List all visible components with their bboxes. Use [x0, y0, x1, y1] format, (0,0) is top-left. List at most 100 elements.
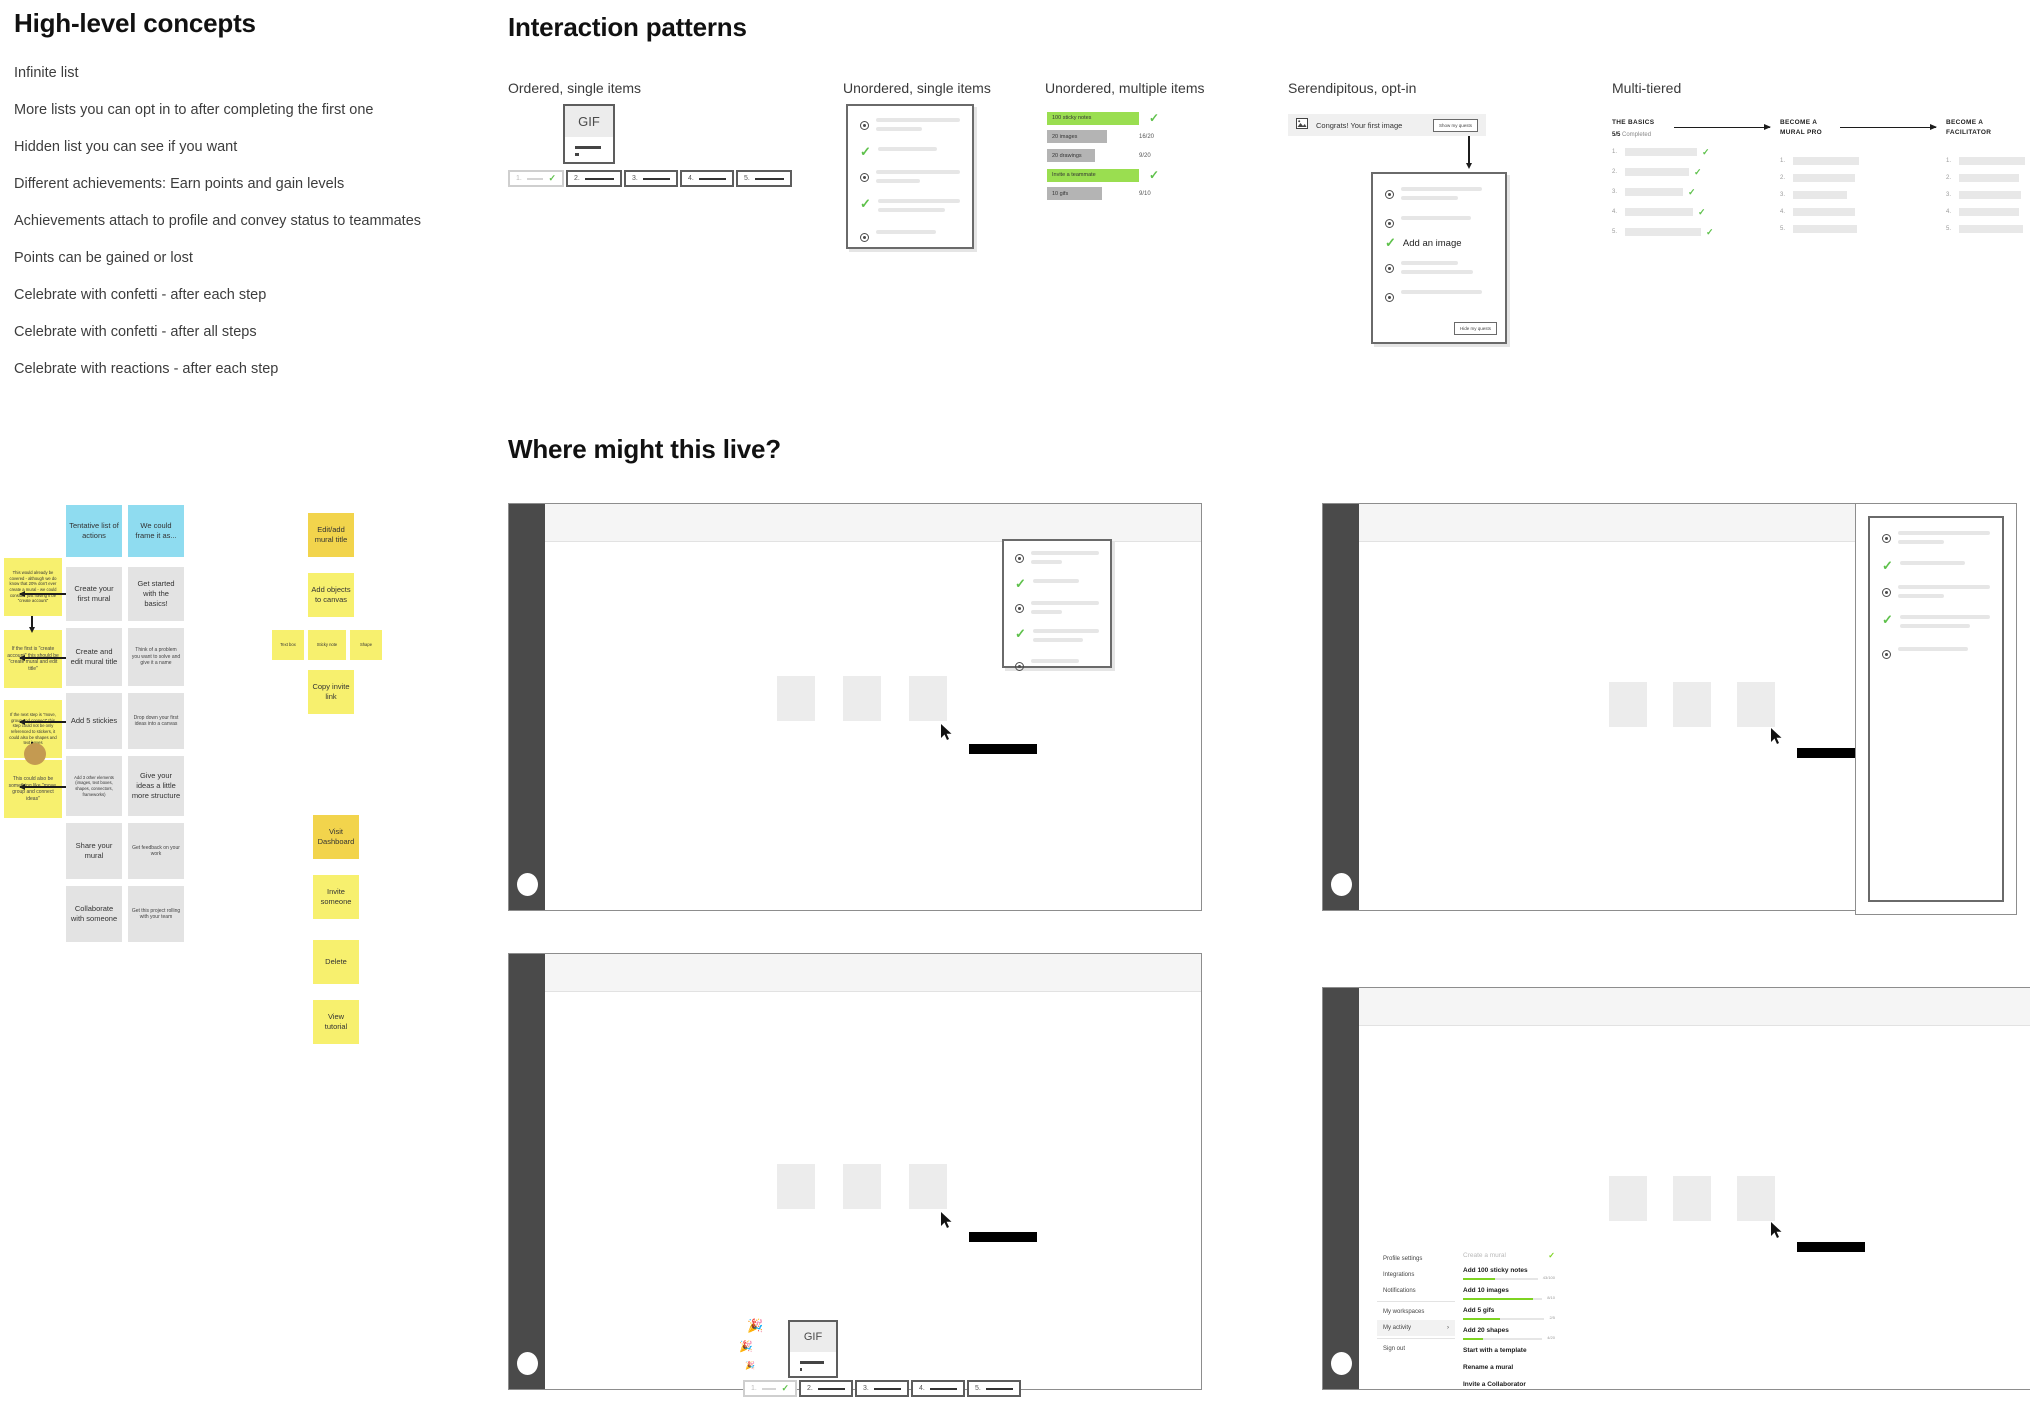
hide-quests-button[interactable]: Hide my quests: [1453, 322, 1497, 335]
sticky-object-type[interactable]: Shape: [350, 630, 382, 660]
step-chip[interactable]: 2.: [799, 1380, 853, 1397]
step-chip[interactable]: 4.: [911, 1380, 965, 1397]
checklist-row[interactable]: [860, 118, 960, 136]
tier-row[interactable]: 5.: [1780, 224, 1930, 233]
quest-item[interactable]: Add 20 shapes 4/20: [1463, 1327, 1555, 1340]
menu-item-sign-out[interactable]: Sign out: [1377, 1341, 1455, 1357]
step-chip[interactable]: 1. ✓: [743, 1380, 797, 1397]
checklist-row[interactable]: [1385, 216, 1493, 228]
sticky-framing[interactable]: Give your ideas a little more structure: [128, 756, 184, 816]
sticky-framing[interactable]: Get this project rolling with your team: [128, 886, 184, 942]
checklist-row[interactable]: [1015, 659, 1099, 671]
tier-row[interactable]: 5.: [1946, 224, 2030, 233]
sticky-feature[interactable]: View tutorial: [313, 1000, 359, 1044]
canvas-object[interactable]: [1609, 682, 1647, 727]
tier-row[interactable]: 1.: [1780, 156, 1930, 165]
avatar[interactable]: [1331, 1352, 1352, 1375]
avatar[interactable]: [517, 1352, 538, 1375]
quest-item[interactable]: Add 10 images 8/10: [1463, 1287, 1555, 1300]
menu-item-my-activity[interactable]: My activity ›: [1377, 1320, 1455, 1336]
sticky-action[interactable]: Add 3 other elements (images, text boxes…: [66, 756, 122, 816]
tier-row[interactable]: 3.: [1946, 190, 2030, 199]
checklist-row[interactable]: ✓: [860, 145, 960, 158]
sticky-feature[interactable]: Delete: [313, 940, 359, 984]
menu-item-integrations[interactable]: Integrations: [1377, 1267, 1455, 1283]
checklist-row[interactable]: [860, 170, 960, 188]
sticky-feature[interactable]: Visit Dashboard: [313, 815, 359, 859]
tier-row[interactable]: 2. ✓: [1612, 167, 1762, 178]
tier-row[interactable]: 4.: [1780, 207, 1930, 216]
avatar[interactable]: [1331, 873, 1352, 896]
canvas-object-selected[interactable]: [1797, 1242, 1865, 1252]
checklist-row[interactable]: ✓: [860, 197, 960, 217]
app-sidebar-rail[interactable]: [1323, 504, 1359, 910]
sticky-feature[interactable]: Add objects to canvas: [308, 573, 354, 617]
step-chip[interactable]: 5.: [967, 1380, 1021, 1397]
quest-bar-row[interactable]: Invite a teammate ✓: [1047, 168, 1159, 182]
canvas-object[interactable]: [777, 1164, 815, 1209]
app-canvas[interactable]: [1359, 542, 1931, 910]
checklist-row[interactable]: [1882, 531, 1990, 549]
checklist-row[interactable]: [1385, 290, 1493, 302]
quest-bar-row[interactable]: 100 sticky notes ✓: [1047, 111, 1159, 125]
avatar[interactable]: [517, 873, 538, 896]
canvas-object[interactable]: [909, 1164, 947, 1209]
sticky-comment[interactable]: If the first is "create account" this sh…: [4, 630, 62, 688]
sticky-header-actions[interactable]: Tentative list of actions: [66, 505, 122, 557]
canvas-object[interactable]: [777, 676, 815, 721]
checklist-row-highlight[interactable]: ✓ Add an image: [1385, 236, 1493, 249]
sticky-action[interactable]: Create and edit mural title: [66, 628, 122, 686]
step-chip[interactable]: 4.: [680, 170, 734, 187]
tier-row[interactable]: 2.: [1780, 173, 1930, 182]
checklist-row[interactable]: [1882, 585, 1990, 603]
canvas-object[interactable]: [1673, 682, 1711, 727]
step-chip[interactable]: 1. ✓: [508, 170, 564, 187]
quest-bar-row[interactable]: 10 gifs 9/10: [1047, 187, 1151, 200]
sticky-feature[interactable]: Invite someone: [313, 875, 359, 919]
sticky-object-type[interactable]: Sticky note: [308, 630, 346, 660]
checklist-row[interactable]: [1385, 187, 1493, 205]
quest-item[interactable]: Add 5 gifs 2/5: [1463, 1307, 1555, 1320]
canvas-object-selected[interactable]: [969, 1232, 1037, 1242]
checklist-row[interactable]: ✓: [1882, 613, 1990, 633]
tier-row[interactable]: 4. ✓: [1612, 207, 1762, 218]
tier-row[interactable]: 5. ✓: [1612, 227, 1762, 238]
sticky-comment[interactable]: This could also be something like "move,…: [4, 760, 62, 818]
app-sidebar-rail[interactable]: [1323, 988, 1359, 1389]
quest-item[interactable]: Invite a Collaborator: [1463, 1381, 1555, 1388]
sticky-header-framing[interactable]: We could frame it as...: [128, 505, 184, 557]
sticky-action[interactable]: Share your mural: [66, 823, 122, 879]
menu-item-profile-settings[interactable]: Profile settings: [1377, 1251, 1455, 1267]
sticky-action[interactable]: Create your first mural: [66, 567, 122, 621]
canvas-object-selected[interactable]: [969, 744, 1037, 754]
app-canvas[interactable]: 🎉 🎉 🎉 GIF 1. ✓ 2. 3. 4. 5.: [545, 992, 1201, 1397]
sticky-framing[interactable]: Get started with the basics!: [128, 567, 184, 621]
quest-item[interactable]: Rename a mural: [1463, 1364, 1555, 1371]
app-canvas[interactable]: Profile settings Integrations Notificati…: [1359, 1026, 2030, 1389]
tier-row[interactable]: 1.: [1946, 156, 2030, 165]
checklist-row[interactable]: [1385, 261, 1493, 279]
checklist-row[interactable]: ✓: [1015, 577, 1099, 590]
tier-row[interactable]: 4.: [1946, 207, 2030, 216]
sticky-object-type[interactable]: Text box: [272, 630, 304, 660]
canvas-object[interactable]: [1673, 1176, 1711, 1221]
canvas-object[interactable]: [843, 1164, 881, 1209]
sticky-action[interactable]: Add 5 stickies: [66, 693, 122, 749]
step-chip[interactable]: 5.: [736, 170, 792, 187]
sticky-action[interactable]: Collaborate with someone: [66, 886, 122, 942]
checklist-row[interactable]: ✓: [1015, 627, 1099, 647]
sticky-feature[interactable]: Copy invite link: [308, 670, 354, 714]
menu-item-notifications[interactable]: Notifications: [1377, 1283, 1455, 1299]
tier-row[interactable]: 1. ✓: [1612, 147, 1762, 158]
sticky-comment[interactable]: This would already be covered - although…: [4, 558, 62, 616]
sticky-feature[interactable]: Edit/add mural title: [308, 513, 354, 557]
checklist-row[interactable]: [860, 230, 960, 242]
sticky-framing[interactable]: Think of a problem you want to solve and…: [128, 628, 184, 686]
tier-row[interactable]: 3. ✓: [1612, 187, 1762, 198]
quest-bar-row[interactable]: 20 drawings 9/20: [1047, 149, 1151, 162]
quest-item[interactable]: Start with a template: [1463, 1347, 1555, 1354]
menu-item-my-workspaces[interactable]: My workspaces: [1377, 1304, 1455, 1320]
sticky-framing[interactable]: Drop down your first ideas into a canvas: [128, 693, 184, 749]
canvas-object[interactable]: [909, 676, 947, 721]
quest-bar-row[interactable]: 20 images 16/20: [1047, 130, 1154, 143]
